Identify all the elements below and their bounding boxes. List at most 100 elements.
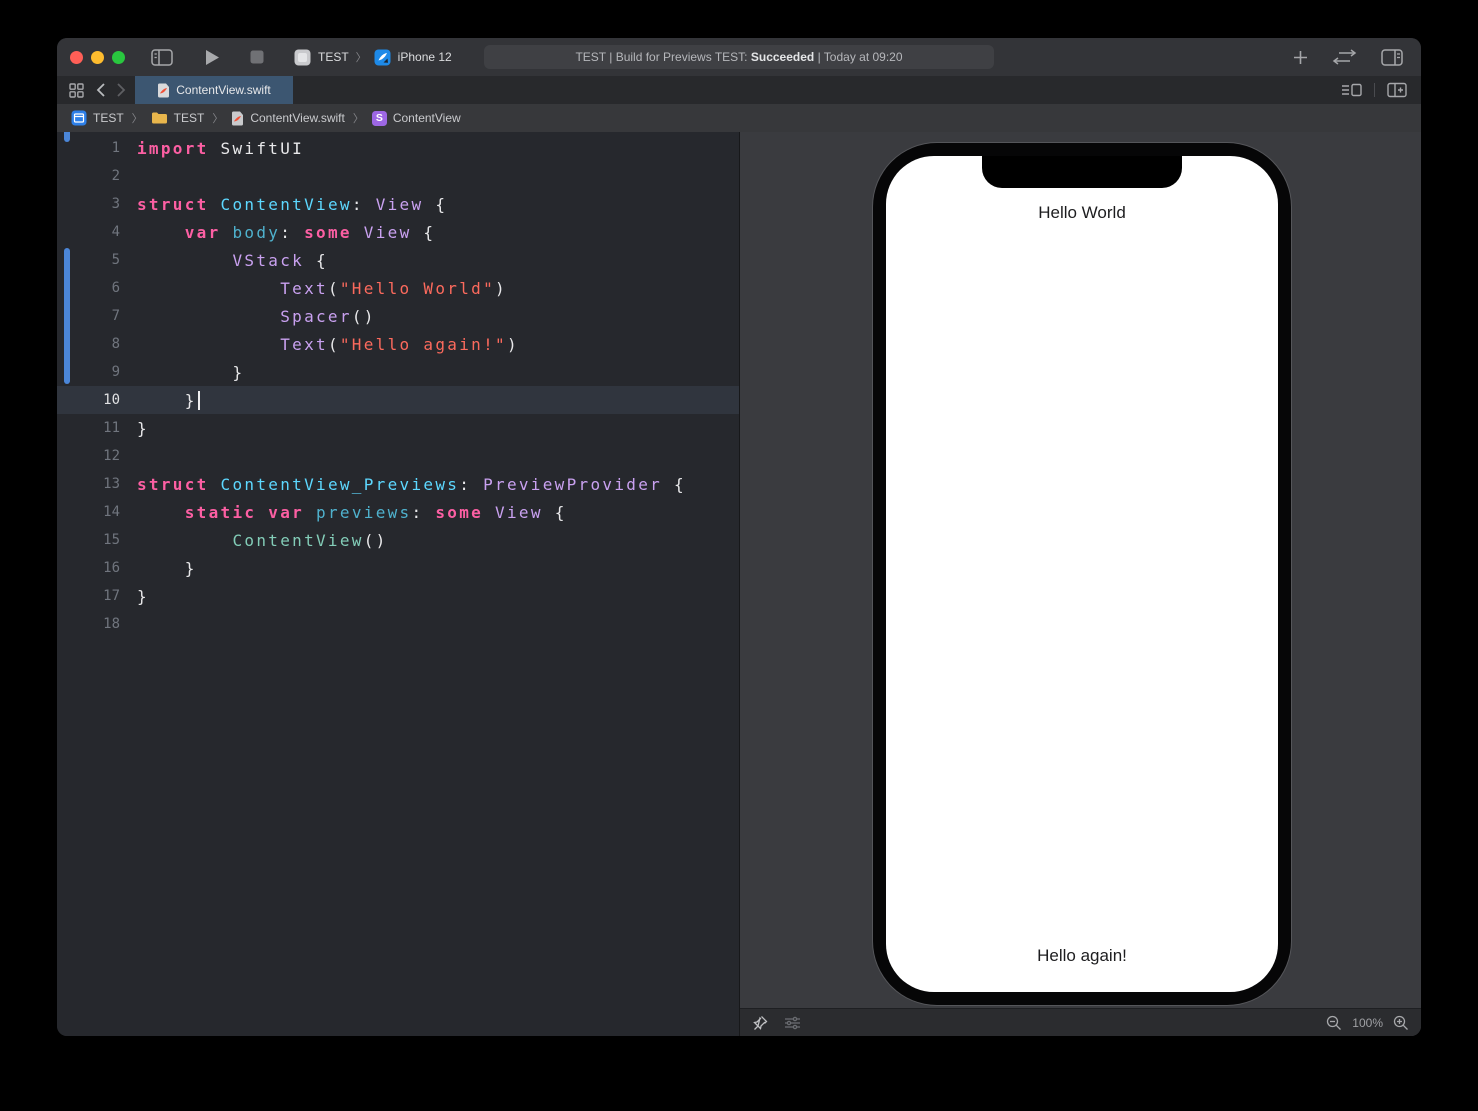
activity-status[interactable]: TEST | Build for Previews TEST: Succeede… [484,45,994,69]
code-token: VStack [232,250,305,270]
code-line[interactable]: 2 [57,162,739,190]
zoom-level-label[interactable]: 100% [1352,1016,1383,1030]
preview-text-hello-world: Hello World [1038,203,1126,222]
code-token: ContentView [220,194,352,214]
code-line[interactable]: 7 Spacer() [57,302,739,330]
source-editor[interactable]: 1 import SwiftUI 2 3 struct ContentView: Vie… [57,132,739,1036]
code-line[interactable]: 18 [57,610,739,638]
code-token: { [423,194,448,214]
code-token: import [137,138,209,158]
jumpbar-item-symbol[interactable]: S ContentView [371,110,461,126]
code-line[interactable]: 3 struct ContentView: View { [57,190,739,218]
line-number[interactable]: 11 [57,420,120,436]
code-line[interactable]: 15 ContentView() [57,526,739,554]
code-token: var [268,502,305,522]
line-number[interactable]: 15 [57,532,120,548]
jumpbar-item-project[interactable]: TEST [71,110,124,126]
iphone-notch [982,156,1182,188]
library-plus-icon[interactable] [1293,50,1308,65]
code-line[interactable]: 11} [57,414,739,442]
code-token: () [351,306,376,326]
code-token: } [137,558,197,578]
minimize-window-button[interactable] [91,50,104,64]
jumpbar-item-group[interactable]: TEST [151,111,204,125]
line-number[interactable]: 18 [57,616,120,632]
related-items-grid-icon[interactable] [69,82,84,98]
simulator-icon [374,49,391,65]
code-text: ContentView() [120,531,388,550]
code-text: Spacer() [120,307,376,326]
code-text: var body: some View { [120,223,435,242]
preview-settings-icon[interactable] [784,1016,801,1030]
code-token: { [542,502,567,522]
chevron-right-icon: 〉 [355,52,367,64]
code-line[interactable]: 1 import SwiftUI [57,134,739,162]
code-token: ContentView [232,530,364,550]
line-number[interactable]: 2 [57,168,120,184]
code-line[interactable]: 16 } [57,554,739,582]
navigate-back-icon[interactable] [96,83,105,97]
code-token: ( [327,334,340,354]
code-line[interactable]: 10 } [57,386,739,414]
jumpbar-item-file[interactable]: ContentView.swift [231,111,345,126]
traffic-lights [70,50,125,64]
code-token: ContentView_Previews [220,474,460,494]
status-result: Succeeded [750,50,815,64]
code-token: { [411,222,436,242]
code-text: } [120,419,149,438]
change-marker[interactable] [64,132,70,142]
zoom-out-icon[interactable] [1326,1015,1342,1031]
code-line[interactable]: 5 VStack { [57,246,739,274]
line-number[interactable]: 12 [57,448,120,464]
pin-preview-icon[interactable] [752,1015,768,1031]
line-number[interactable]: 16 [57,560,120,576]
zoom-window-button[interactable] [112,50,125,64]
code-token: "Hello World" [339,278,496,298]
toggle-inspector-icon[interactable] [1381,48,1403,66]
code-line[interactable]: 9 } [57,358,739,386]
zoom-in-icon[interactable] [1393,1015,1409,1031]
code-text: } [120,363,244,382]
code-line[interactable]: 8 Text("Hello again!") [57,330,739,358]
line-number[interactable]: 3 [57,196,120,212]
preview-canvas[interactable]: Hello World Hello again! [740,132,1421,1008]
code-review-arrows-icon[interactable] [1332,49,1357,65]
code-token: body [232,222,281,242]
code-token: { [662,474,686,494]
text-cursor [197,390,200,410]
status-text: TEST | Build for Previews TEST: [575,50,751,64]
code-token: { [304,250,328,270]
status-time: | Today at 09:20 [814,50,903,64]
line-number[interactable]: 17 [57,588,120,604]
code-line[interactable]: 4 var body: some View { [57,218,739,246]
run-button[interactable] [205,49,220,66]
line-number[interactable]: 10 [57,392,120,408]
code-line[interactable]: 14 static var previews: some View { [57,498,739,526]
line-number[interactable]: 4 [57,224,120,240]
toggle-navigator-icon[interactable] [151,48,173,66]
line-number[interactable]: 14 [57,504,120,520]
code-token: } [137,418,149,438]
code-line[interactable]: 17} [57,582,739,610]
code-line[interactable]: 13 struct ContentView_Previews: PreviewPr… [57,470,739,498]
code-line[interactable]: 12 [57,442,739,470]
code-token: View [495,502,543,522]
line-number[interactable]: 13 [57,476,120,492]
close-window-button[interactable] [70,50,83,64]
code-line[interactable]: 6 Text("Hello World") [57,274,739,302]
line-number[interactable]: 1 [57,140,120,156]
stop-button[interactable] [250,50,264,64]
scheme-selector[interactable]: TEST 〉 iPhone 12 [294,49,452,66]
editor-options-icon[interactable] [1341,82,1362,98]
add-editor-icon[interactable] [1387,82,1407,98]
navigate-forward-icon[interactable] [117,83,126,97]
tab-bar: ContentView.swift [57,76,1421,104]
code-token: Text [280,278,328,298]
tab-contentview-swift[interactable]: ContentView.swift [135,76,293,104]
code-text: struct ContentView_Previews: PreviewProv… [120,475,686,494]
change-marker[interactable] [64,248,70,384]
